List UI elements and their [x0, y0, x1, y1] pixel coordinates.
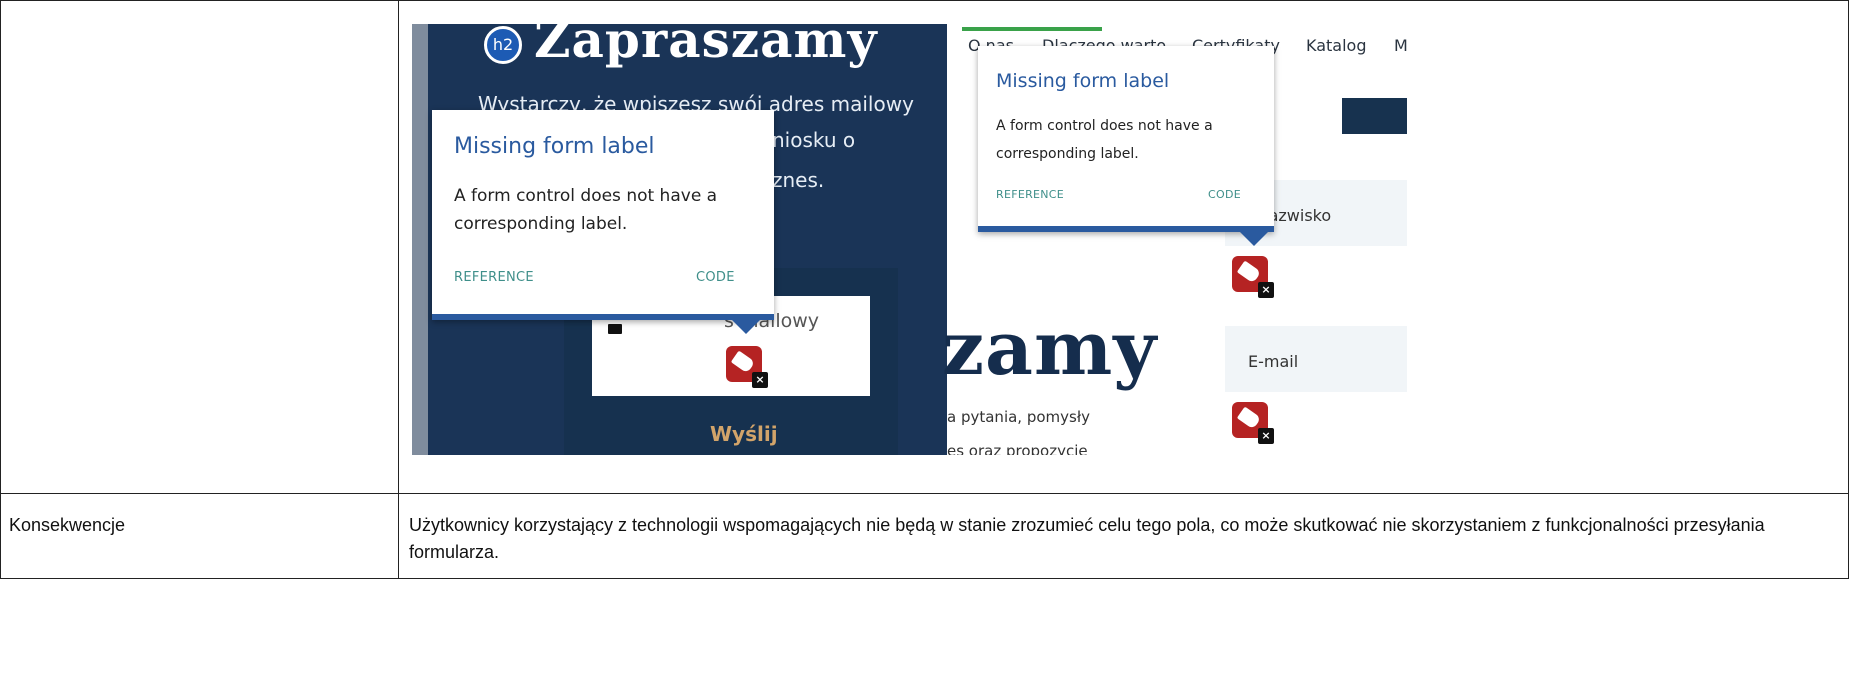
- missing-label-popup-small: Missing form label A form control does n…: [978, 46, 1274, 246]
- nav-item-more[interactable]: M: [1394, 36, 1407, 55]
- table-cell-text: Użytkownicy korzystający z technologii w…: [398, 493, 1849, 579]
- send-button[interactable]: Wyślij: [710, 422, 778, 446]
- header-button[interactable]: [1342, 98, 1407, 134]
- table-cell-label: Konsekwencje: [0, 493, 399, 579]
- popup-body: A form control does not have a correspon…: [996, 118, 1213, 162]
- intro-line-3: znes.: [772, 168, 825, 192]
- nav-active-indicator: [962, 27, 1102, 31]
- missing-label-tag-icon: ×: [1232, 402, 1274, 444]
- popup-title: Missing form label: [996, 70, 1170, 92]
- nav-item-katalog[interactable]: Katalog: [1306, 36, 1366, 55]
- envelope-icon: [608, 324, 622, 334]
- popup-reference-link[interactable]: REFERENCE: [454, 270, 534, 285]
- body-text-line-1: a pytania, pomysły: [947, 408, 1090, 426]
- popup-pointer: [1240, 232, 1268, 246]
- consequences-text: Użytkownicy korzystający z technologii w…: [409, 515, 1765, 562]
- body-text-line-2: es oraz propozycje: [947, 442, 1088, 455]
- popup-reference-link[interactable]: REFERENCE: [996, 188, 1064, 201]
- h2-badge-icon: h2: [484, 26, 522, 64]
- popup-code-link[interactable]: CODE: [1208, 188, 1241, 201]
- popup-pointer: [732, 320, 760, 334]
- popup-code-link[interactable]: CODE: [696, 270, 735, 285]
- popup-title: Missing form label: [454, 134, 655, 159]
- page-heading: Zapraszamy: [534, 24, 878, 69]
- panel-edge: [412, 24, 428, 455]
- missing-label-tag-icon: ×: [726, 346, 768, 388]
- embedded-screenshot: h2 Zapraszamy Wystarczy, że wpiszesz swó…: [412, 24, 1407, 455]
- popup-body: A form control does not have a correspon…: [454, 186, 718, 234]
- section-heading-fragment: zamy: [942, 306, 1158, 392]
- table-row-consequences: Konsekwencje Użytkownicy korzystający z …: [0, 493, 1849, 579]
- intro-line-2: niosku o: [772, 128, 856, 152]
- missing-label-popup-large: Missing form label A form control does n…: [432, 110, 774, 334]
- email-field-label: E-mail: [1248, 352, 1299, 371]
- consequences-label: Konsekwencje: [9, 515, 126, 535]
- missing-label-tag-icon: ×: [1232, 256, 1274, 298]
- table-cell-empty: [0, 0, 399, 494]
